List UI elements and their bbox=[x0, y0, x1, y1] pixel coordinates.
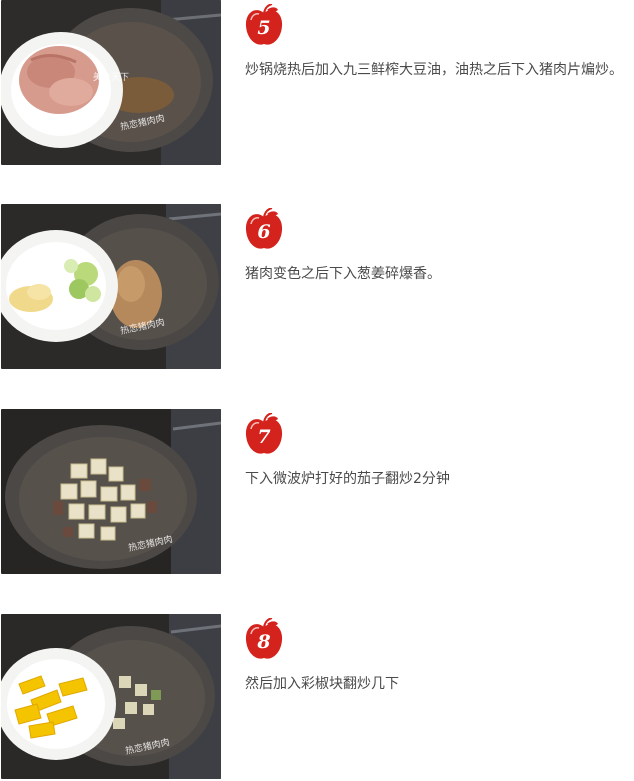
step-description: 下入微波炉打好的茄子翻炒2分钟 bbox=[245, 471, 450, 487]
step-number: 8 bbox=[257, 631, 271, 653]
step-photo: 热恋猪肉肉 bbox=[1, 204, 221, 369]
step-photo: 热恋猪肉肉 bbox=[1, 614, 221, 779]
watermark-text: 美食天下 bbox=[93, 71, 129, 83]
recipe-step: 热恋猪肉肉 6 猪肉变色之后下入葱姜碎爆香。 bbox=[0, 204, 634, 369]
recipe-step: 热恋猪肉肉 8 然后加入彩椒块翻炒几下 bbox=[0, 614, 634, 779]
recipe-step: 热恋猪肉肉 7 下入微波炉打好的茄子翻炒2分钟 bbox=[0, 409, 634, 574]
step-description: 猪肉变色之后下入葱姜碎爆香。 bbox=[245, 266, 441, 282]
step-photo: 热恋猪肉肉 bbox=[1, 409, 221, 574]
recipe-step: 美食天下 热恋猪肉肉 5 炒锅烧热后加入九三鲜榨大豆油，油热之后下入猪肉片煸炒。 bbox=[0, 0, 634, 165]
step-number: 5 bbox=[257, 17, 271, 39]
step-number: 7 bbox=[257, 426, 271, 448]
step-number-badge: 5 bbox=[244, 4, 284, 48]
step-number-badge: 8 bbox=[244, 618, 284, 662]
step-photo: 美食天下 热恋猪肉肉 bbox=[1, 0, 221, 165]
step-number-badge: 6 bbox=[244, 208, 284, 252]
step-description: 炒锅烧热后加入九三鲜榨大豆油，油热之后下入猪肉片煸炒。 bbox=[245, 62, 623, 78]
step-number-badge: 7 bbox=[244, 413, 284, 457]
step-number: 6 bbox=[257, 221, 271, 243]
step-description: 然后加入彩椒块翻炒几下 bbox=[245, 676, 399, 692]
